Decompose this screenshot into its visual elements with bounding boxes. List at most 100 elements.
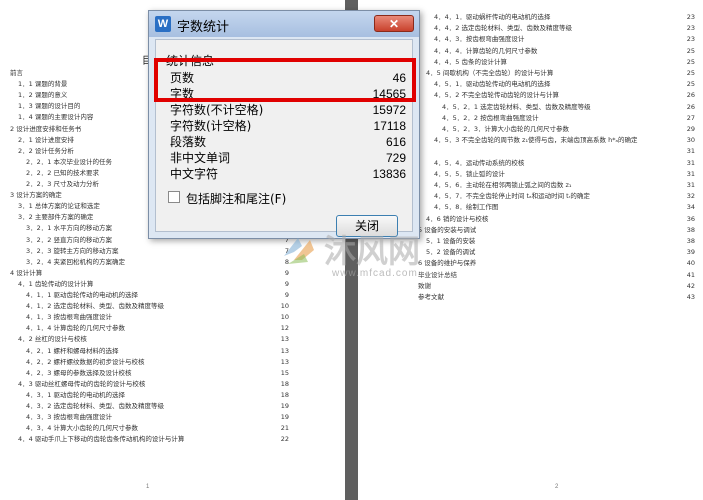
toc-entry-page: 10 <box>280 302 289 311</box>
toc-entry[interactable]: 4．3．2 选定齿轮材料、类型、齿数及精度等级 19 <box>0 401 345 412</box>
toc-entry-title: 4．5．1．驱动齿轮传动的电动机的选择 <box>434 80 551 89</box>
toc-entry-page: 13 <box>280 357 289 366</box>
toc-entry[interactable]: 4．1．4 计算齿轮的几何尺寸参数 12 <box>0 323 345 334</box>
toc-entry-title: 4．4．5 齿条的设计计算 <box>434 57 507 66</box>
toc-entry-page: 18 <box>280 379 289 388</box>
toc-entry-page: 29 <box>686 125 695 133</box>
toc-entry[interactable]: 参考文献 43 <box>358 292 703 303</box>
toc-entry-title: 4．1．3 按齿根弯曲强度设计 <box>26 313 112 322</box>
toc-entry-title: 前言 <box>10 69 23 77</box>
toc-entry-title: 4．5 间歇机构（不完全齿轮）的设计与计算 <box>426 69 554 77</box>
toc-entry-page: 13 <box>280 335 289 344</box>
toc-entry-title: 2．2．3 尺寸及动力分析 <box>26 180 99 188</box>
toc-entry-page: 15 <box>280 368 289 377</box>
toc-entry-title: 4．1 齿轮传动的设计计算 <box>18 279 94 288</box>
toc-entry-title: 4．5．2．1 选定齿轮材料、类型、齿数及精度等级 <box>442 102 591 111</box>
toc-entry-title: 4．1．2 选定齿轮材料、类型、齿数及精度等级 <box>26 302 164 311</box>
toc-entry-title: 2．1 设计进度安排 <box>18 135 74 144</box>
toc-entry-page: 9 <box>284 291 289 299</box>
stat-row-chinese-chars: 中文字符 13836 <box>170 166 406 182</box>
toc-entry[interactable]: 4．2．3 螺母的参数选择及设计校核 15 <box>0 368 345 379</box>
toc-entry-title: 4．2．1 螺杆和螺母材料的选择 <box>26 346 119 355</box>
toc-entry[interactable]: 4．2．1 螺杆和螺母材料的选择 13 <box>0 346 345 357</box>
include-notes-checkbox[interactable] <box>168 191 180 203</box>
toc-entry-page: 31 <box>686 158 695 167</box>
stat-label: 字符数(计空格) <box>170 119 252 133</box>
toc-entry-title: 3．2．3 旋转主方向的移动方案 <box>26 246 119 255</box>
toc-entry-page: 19 <box>280 402 289 410</box>
stat-label: 段落数 <box>170 135 207 149</box>
toc-entry-page: 23 <box>686 13 695 21</box>
toc-entry-title: 2．2 设计任务分析 <box>18 146 74 155</box>
stat-label: 字符数(不计空格) <box>170 103 264 117</box>
wps-app-icon: W <box>155 16 171 32</box>
toc-entry-page: 26 <box>686 91 695 100</box>
toc-entry-title: 4．1．4 计算齿轮的几何尺寸参数 <box>26 324 125 333</box>
toc-entry-page: 31 <box>686 181 695 189</box>
stat-value: 15972 <box>372 103 406 117</box>
toc-entry-title: 3．2 主要部件方案的确定 <box>18 213 94 222</box>
toc-entry-title: 2．2．2 已知的技术要求 <box>26 168 99 177</box>
toc-entry[interactable]: 4．1．3 按齿根弯曲强度设计 10 <box>0 312 345 323</box>
toc-entry-page: 31 <box>686 169 695 178</box>
toc-entry-title: 4．6 销的设计与校核 <box>426 214 489 223</box>
toc-entry-title: 3．2．2 竖直方向的移动方案 <box>26 235 112 244</box>
toc-entry-page: 27 <box>686 113 695 122</box>
toc-entry-title: 1．2 课题的意义 <box>18 91 68 100</box>
toc-entry[interactable]: 4．3．1 驱动齿轮的电动机的选择 18 <box>0 390 345 401</box>
toc-entry-title: 4．2．2 螺杆螺纹数据的初步设计与校核 <box>26 357 145 366</box>
toc-entry-page: 21 <box>280 424 289 433</box>
toc-entry-title: 参考文献 <box>418 293 444 301</box>
stat-value: 13836 <box>372 167 406 181</box>
stat-value: 729 <box>385 151 406 165</box>
toc-entry[interactable]: 4．2．2 螺杆螺纹数据的初步设计与校核 13 <box>0 357 345 368</box>
toc-entry-page: 13 <box>280 346 289 355</box>
page-number-right: 2 <box>555 484 559 490</box>
toc-entry-page: 39 <box>686 248 695 257</box>
dialog-titlebar[interactable]: W 字数统计 ✕ <box>149 11 419 37</box>
toc-entry-title: 4．2 丝杠的设计与校核 <box>18 335 87 344</box>
toc-entry-title: 4．5．3 不完全齿轮的周节数 z₁使得与齿，末端齿顶高系数 h*ₐ的确定 <box>434 136 638 145</box>
toc-entry-title: 2 设计进度安排和任务书 <box>10 124 82 133</box>
toc-entry-title: 3．1 总体方案的论证和选定 <box>18 202 100 211</box>
toc-entry-page: 42 <box>686 281 695 290</box>
toc-entry-page: 41 <box>686 270 695 279</box>
toc-entry-page: 10 <box>280 313 289 322</box>
toc-entry-page: 30 <box>686 136 695 145</box>
toc-entry[interactable]: 4．3．3 按齿根弯曲强度设计 19 <box>0 412 345 423</box>
toc-entry-page: 12 <box>280 324 289 333</box>
watermark-text: 沐风网 <box>324 232 421 270</box>
toc-entry-page: 34 <box>686 203 695 212</box>
toc-entry[interactable]: 4．3 驱动丝杠螺母传动的齿轮的设计与校核 18 <box>0 379 345 390</box>
toc-entry-title: 1．4 课题的主要设计内容 <box>18 113 94 122</box>
toc-entry[interactable]: 4．4 驱动手爪上下移动的齿轮齿条传动机构的设计与计算 22 <box>0 434 345 445</box>
toc-entry-title: 4．5．2 不完全齿轮传动齿轮的设计与计算 <box>434 91 559 100</box>
toc-entry-title: 1．1 课题的背景 <box>18 80 68 89</box>
stat-value: 17118 <box>373 119 406 133</box>
toc-entry-title: 4．5．6．主动轮在相邻两锁止弧之间的齿数 z₁ <box>434 181 572 189</box>
toc-entry-title: 4．3．2 选定齿轮材料、类型、齿数及精度等级 <box>26 402 164 410</box>
toc-entry-title: 4．5．2．2 按齿根弯曲强度设计 <box>442 113 539 122</box>
toc-entry-page: 43 <box>686 293 695 301</box>
toc-entry-title: 4．3．4 计算大小齿轮的几何尺寸参数 <box>26 424 138 433</box>
toc-entry-page: 23 <box>686 24 695 33</box>
toc-entry-title: 3．2．1 水平方向的移动方案 <box>26 224 112 233</box>
stat-label: 非中文单词 <box>170 151 231 165</box>
toc-entry-page: 18 <box>280 390 289 399</box>
toc-entry[interactable]: 4．1．1 驱动齿轮传动的电动机的选择 9 <box>0 290 345 301</box>
toc-entry-title: 1．3 课题的设计目的 <box>18 102 81 111</box>
toc-entry-page: 36 <box>686 214 695 223</box>
toc-entry-title: 4．4．2 选定齿轮材料、类型、齿数及精度等级 <box>434 24 572 33</box>
watermark-url: www.mfcad.com <box>332 268 418 279</box>
toc-entry-title: 3 设计方案的确定 <box>10 191 62 200</box>
toc-entry[interactable]: 4．2 丝杠的设计与校核 13 <box>0 334 345 345</box>
toc-entry-title: 4．5．5．锁止弧的设计 <box>434 169 505 178</box>
toc-entry-page: 22 <box>280 435 289 444</box>
toc-entry-title: 4．3．3 按齿根弯曲强度设计 <box>26 413 112 422</box>
toc-entry[interactable]: 4．1．2 选定齿轮材料、类型、齿数及精度等级 10 <box>0 301 345 312</box>
toc-entry-title: 4．5．7．不完全齿轮停止时间 tₐ和运动时间 tᵣ的确定 <box>434 192 590 201</box>
close-icon[interactable]: ✕ <box>374 15 414 32</box>
toc-entry[interactable]: 4．3．4 计算大小齿轮的几何尺寸参数 21 <box>0 423 345 434</box>
toc-entry-page: 25 <box>686 69 695 77</box>
include-notes-label[interactable]: 包括脚注和尾注(F) <box>186 190 286 207</box>
